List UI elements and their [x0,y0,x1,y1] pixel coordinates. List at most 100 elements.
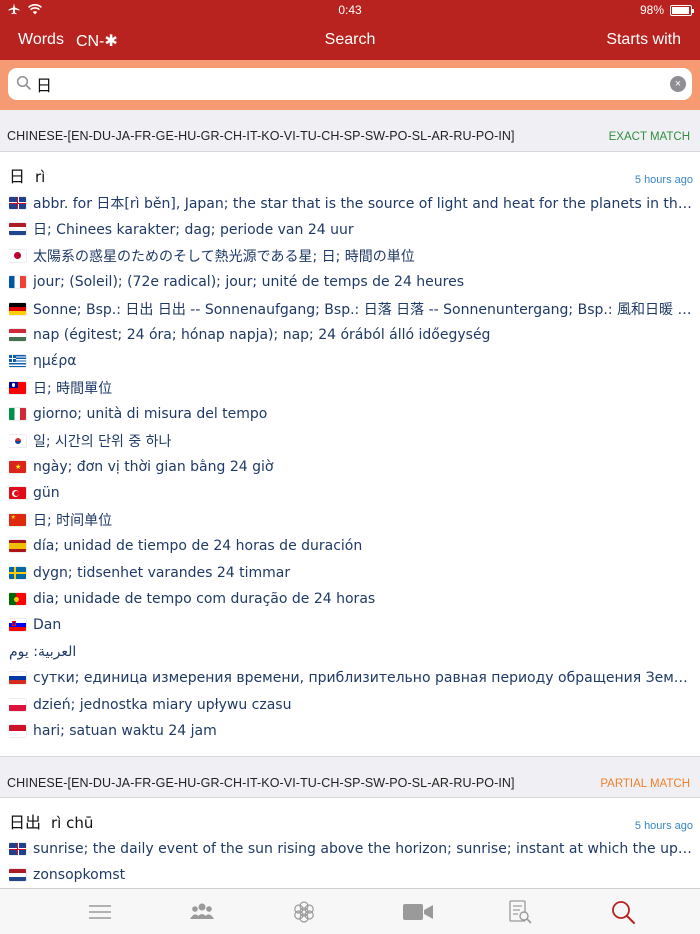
translation-text: nap (égitest; 24 óra; hónap napja); nap;… [33,327,491,343]
tab-bar [0,888,700,934]
flag-id-icon [9,725,26,737]
translation-text: abbr. for 日本[rì běn], Japan; the star th… [33,196,693,212]
translation-row[interactable]: 日; 時間單位 [9,377,693,399]
flower-icon[interactable] [291,899,317,925]
navigation-bar: Words CN-✱ Search Starts with [0,22,700,60]
flag-cn-icon: ★ [9,513,26,526]
section-header-exact: CHINESE-[EN-DU-JA-FR-GE-HU-GR-CH-IT-KO-V… [0,110,700,152]
entry-headword: 日出 rì chū [9,809,93,833]
match-type-label: EXACT MATCH [608,131,690,143]
translation-row[interactable]: dygn; tidsenhet varandes 24 timmar [9,562,693,584]
search-band: × [0,60,700,110]
entry-headword: 日 rì [9,163,45,187]
translation-row[interactable]: ★ ngày; đơn vị thời gian bằng 24 giờ [9,456,693,478]
flag-pl-icon [9,698,26,711]
flag-gr-icon [9,355,26,368]
flag-it-icon [9,408,26,421]
translation-row[interactable]: día; unidad de tiempo de 24 horas de dur… [9,535,693,557]
clear-search-icon[interactable]: × [670,76,686,92]
flag-tr-icon [9,487,26,500]
translation-row[interactable]: Dan [9,614,693,636]
menu-icon[interactable] [87,899,113,925]
flag-ru-icon [9,672,26,685]
translation-row[interactable]: ημέρα [9,350,693,372]
match-type-label: PARTIAL MATCH [600,778,690,790]
translation-text: 日; 時間單位 [33,380,113,397]
translation-row[interactable]: nap (égitest; 24 óra; hónap napja); nap;… [9,324,693,346]
translation-text: 일; 시간의 단위 중 하나 [33,433,172,450]
search-icon [16,75,31,90]
translation-row[interactable]: sunrise; the daily event of the sun risi… [9,838,693,860]
translation-row[interactable]: zonsopkomst [9,864,693,886]
translation-text: gün [33,485,60,502]
translation-text: ημέρα [33,353,77,370]
translation-text: Sonne; Bsp.: 日出 日出 -- Sonnenaufgang; Bsp… [33,301,693,318]
battery-icon [670,4,694,16]
flag-jp-icon [9,249,26,262]
nav-title: Search [324,31,376,48]
status-time: 0:43 [338,3,362,17]
translation-text: dzień; jednostka miary upływu czasu [33,696,292,713]
translation-text: jour; (Soleil); (72e radical); jour; uni… [33,274,465,291]
flag-vn-icon: ★ [9,461,26,473]
translation-row[interactable]: 太陽系の惑星のためのそして熱光源である星; 日; 時間の単位 [9,245,693,267]
flag-se-icon [9,566,26,579]
search-input[interactable] [36,73,636,95]
flag-tw-icon [9,381,26,394]
flag-pt-icon [9,593,26,605]
translation-text: dygn; tidsenhet varandes 24 timmar [33,564,291,581]
flag-kr-icon [9,434,26,447]
translation-text: zonsopkomst [33,867,126,884]
translation-text: giorno; unità di misura del tempo [33,406,268,423]
translation-row[interactable]: Sonne; Bsp.: 日出 日出 -- Sonnenaufgang; Bsp… [9,298,693,320]
quiz-icon[interactable] [507,899,533,925]
flag-nl-icon [9,223,26,236]
translation-row[interactable]: 일; 시간의 단위 중 하나 [9,430,693,452]
translation-text: día; unidad de tiempo de 24 horas de dur… [33,538,363,555]
flag-gb-icon [9,843,26,855]
flag-si-icon [9,619,26,632]
search-tab-icon[interactable] [610,899,636,925]
translation-row[interactable]: العربية: يوم [9,641,693,663]
status-bar: 0:43 98% [0,0,700,22]
section-language-list: CHINESE-[EN-DU-JA-FR-GE-HU-GR-CH-IT-KO-V… [7,129,515,143]
flag-es-icon [9,540,26,553]
community-icon[interactable] [189,899,215,925]
translation-row[interactable]: jour; (Soleil); (72e radical); jour; uni… [9,271,693,293]
headword-text: 日出 [9,813,42,832]
flag-gb-icon [9,197,26,209]
translation-row[interactable]: сутки; единица измерения времени, прибли… [9,667,693,689]
translation-text: ngày; đơn vị thời gian bằng 24 giờ [33,459,274,475]
translation-text: dia; unidade de tempo com duração de 24 … [33,591,376,607]
translation-row[interactable]: 日; Chinees karakter; dag; periode van 24… [9,218,693,240]
status-right: 98% [639,3,694,17]
video-icon[interactable] [402,899,434,925]
flag-nl-icon [9,869,26,882]
flag-hu-icon [9,329,26,341]
section-language-list: CHINESE-[EN-DU-JA-FR-GE-HU-GR-CH-IT-KO-V… [7,776,515,790]
headword-text: 日 [9,167,26,186]
translation-row[interactable]: gün [9,482,693,504]
translation-row[interactable]: abbr. for 日本[rì běn], Japan; the star th… [9,192,693,214]
translation-text: 日; 时间单位 [33,512,113,529]
translation-text: Dan [33,617,62,634]
translation-text: 太陽系の惑星のためのそして熱光源である星; 日; 時間の単位 [33,248,415,265]
translation-text: hari; satuan waktu 24 jam [33,723,217,739]
translation-text: العربية: يوم [9,643,77,660]
section-header-partial: CHINESE-[EN-DU-JA-FR-GE-HU-GR-CH-IT-KO-V… [0,756,700,798]
pinyin-text: rì [35,168,46,186]
entry-timestamp: 5 hours ago [634,174,693,186]
translation-row[interactable]: hari; satuan waktu 24 jam [9,720,693,742]
flag-de-icon [9,302,26,315]
translation-row[interactable]: ★ 日; 时间单位 [9,509,693,531]
battery-percent: 98% [639,3,664,17]
entry-card[interactable]: 日 rì 5 hours ago abbr. for 日本[rì běn], Ja… [0,152,700,756]
translation-row[interactable]: giorno; unità di misura del tempo [9,403,693,425]
translation-row[interactable]: dia; unidade de tempo com duração de 24 … [9,588,693,610]
translation-text: сутки; единица измерения времени, прибли… [33,670,693,687]
entry-card[interactable]: 日出 rì chū 5 hours ago sunrise; the daily … [0,798,700,888]
search-mode-button[interactable]: Starts with [606,31,681,49]
translation-row[interactable]: dzień; jednostka miary upływu czasu [9,694,693,716]
translation-text: 日; Chinees karakter; dag; periode van 24… [33,222,354,239]
search-box[interactable]: × [8,68,692,100]
